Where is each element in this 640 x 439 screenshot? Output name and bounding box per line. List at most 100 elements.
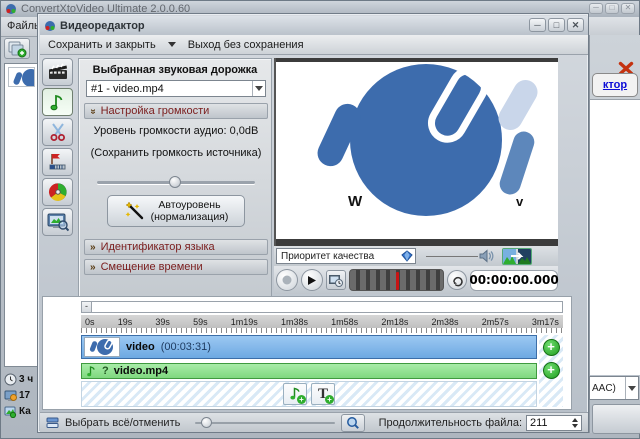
video-frame: W v <box>276 62 560 239</box>
magic-wand-icon <box>124 200 146 222</box>
minimize-button[interactable]: ─ <box>589 3 603 14</box>
timeline-collapse-button[interactable]: - <box>81 301 92 313</box>
loop-button[interactable] <box>447 270 467 290</box>
preview-volume-slider[interactable] <box>426 256 478 257</box>
loop-icon <box>451 274 464 287</box>
info-row-quality: Ка <box>4 403 38 419</box>
editor-link-tab[interactable]: ктор <box>592 73 638 97</box>
seek-bar[interactable] <box>349 269 444 291</box>
audio-settings-tab[interactable] <box>42 88 73 116</box>
file-duration-field[interactable]: 211 <box>526 415 582 431</box>
editor-maximize-button[interactable]: □ <box>548 18 565 32</box>
goto-frame-button[interactable] <box>326 270 347 290</box>
preview-options-row: Приоритет качества <box>274 246 558 266</box>
editor-close-button[interactable]: ✕ <box>567 18 584 32</box>
section-volume[interactable]: » Настройка громкости <box>84 103 268 119</box>
volume-level-text: Уровень громкости аудио: 0,0dB <box>79 125 273 137</box>
background-button[interactable] <box>592 404 640 434</box>
volume-hint-text: (Сохранить громкость источника) <box>79 147 273 159</box>
section-volume-label: Настройка громкости <box>101 105 210 117</box>
time-display: 00:00:00.000 <box>470 270 558 291</box>
timeline-panel: - 0s 19s 39s 59s 1m19s 1m38s 1m58s 2m18s… <box>42 296 572 410</box>
exit-without-saving-button[interactable]: Выход без сохранения <box>188 39 304 51</box>
video-track-name: video <box>126 341 155 353</box>
playhead-marker[interactable] <box>396 272 399 290</box>
ruler-tick: 0s <box>85 317 95 327</box>
watermark-letter-v: v <box>516 194 524 209</box>
timeline-zoom-slider[interactable] <box>195 422 335 424</box>
transport-bar: 00:00:00.000 <box>274 266 558 294</box>
plus-icon: + <box>297 395 306 404</box>
timeline-scrollbar[interactable]: - <box>81 301 563 313</box>
audio-format-select[interactable]: AAC) <box>589 376 639 400</box>
video-settings-tab[interactable] <box>42 58 73 86</box>
select-all-toggle[interactable]: Выбрать всё/отменить <box>65 417 180 429</box>
clapper-icon <box>48 63 68 81</box>
info-row-duration: 3 ч <box>4 371 38 387</box>
close-button[interactable]: ✕ <box>621 3 635 14</box>
ruler-tick: 1m58s <box>331 317 358 327</box>
file-list[interactable] <box>4 63 37 367</box>
color-wheel-icon <box>48 182 68 202</box>
letterbox-bar <box>276 58 558 62</box>
chevron-down-icon[interactable] <box>252 81 265 96</box>
stop-button[interactable] <box>276 269 298 291</box>
section-time-offset[interactable]: » Смещение времени <box>84 259 268 275</box>
add-audio-stream-button[interactable]: + <box>543 362 560 379</box>
video-track-thumbnail <box>84 337 120 357</box>
add-file-button[interactable] <box>4 38 30 59</box>
preview-tab[interactable] <box>42 208 73 236</box>
maximize-button[interactable]: □ <box>605 3 619 14</box>
volume-slider-thumb[interactable] <box>169 176 181 188</box>
add-video-stream-button[interactable]: + <box>543 339 560 356</box>
editor-minimize-button[interactable]: ─ <box>529 18 546 32</box>
editor-statusbar: Выбрать всё/отменить Продолжительность ф… <box>40 412 588 432</box>
panel-header: Выбранная звуковая дорожка <box>79 59 271 76</box>
editor-link[interactable]: ктор <box>603 79 627 91</box>
autolevel-button[interactable]: Автоуровень (нормализация) <box>107 195 245 227</box>
chevron-down-icon[interactable] <box>625 377 638 399</box>
section-language[interactable]: » Идентификатор языка <box>84 239 268 255</box>
quality-diamond-icon <box>401 250 413 262</box>
section-language-label: Идентификатор языка <box>101 241 215 253</box>
video-track[interactable]: video (00:03:31) <box>81 335 537 359</box>
quality-priority-select[interactable]: Приоритет качества <box>276 248 416 264</box>
section-time-offset-label: Смещение времени <box>101 261 203 273</box>
quality-priority-value: Приоритет качества <box>277 251 401 262</box>
play-button[interactable] <box>301 269 323 291</box>
magnifier-icon <box>346 416 360 430</box>
file-info: 3 ч 17 Ка <box>4 371 38 419</box>
cut-tab[interactable] <box>42 118 73 146</box>
letterbox-bar <box>276 239 558 246</box>
audio-track-panel: Выбранная звуковая дорожка #1 - video.mp… <box>78 58 272 304</box>
export-frame-button[interactable] <box>502 248 532 265</box>
volume-slider[interactable] <box>97 181 255 184</box>
ruler-tick: 2m57s <box>482 317 509 327</box>
watermark-letter-w: W <box>348 193 363 210</box>
spinner-up-icon <box>572 418 578 422</box>
ruler-tick: 39s <box>155 317 170 327</box>
app-icon <box>5 3 17 15</box>
ruler-tick: 19s <box>118 317 133 327</box>
save-and-close-button[interactable]: Сохранить и закрыть <box>48 39 156 51</box>
color-adjust-tab[interactable] <box>42 178 73 206</box>
audio-track-select[interactable]: #1 - video.mp4 <box>86 80 266 97</box>
audio-language-flag: ? <box>102 365 109 377</box>
add-text-track-button[interactable]: T + <box>311 383 335 405</box>
save-options-arrow-icon[interactable] <box>168 42 176 47</box>
file-duration-label: Продолжительность файла: <box>379 417 522 429</box>
select-all-icon <box>46 417 59 429</box>
chevron-expanded-icon: » <box>87 108 98 114</box>
chapters-tab[interactable] <box>42 148 73 176</box>
add-audio-track-button[interactable]: + <box>283 383 307 405</box>
zoom-button[interactable] <box>341 414 365 432</box>
timeline-ruler[interactable]: 0s 19s 39s 59s 1m19s 1m38s 1m58s 2m18s 2… <box>81 315 563 328</box>
ruler-tick: 59s <box>193 317 208 327</box>
editor-toolbar: Сохранить и закрыть Выход без сохранения <box>40 35 588 55</box>
ruler-tick: 1m19s <box>231 317 258 327</box>
add-stream-column: + + <box>539 335 563 407</box>
speaker-icon[interactable] <box>478 248 496 264</box>
duration-spinner[interactable] <box>572 418 581 428</box>
audio-track[interactable]: ? video.mp4 <box>81 363 537 379</box>
zoom-slider-thumb[interactable] <box>201 417 212 428</box>
